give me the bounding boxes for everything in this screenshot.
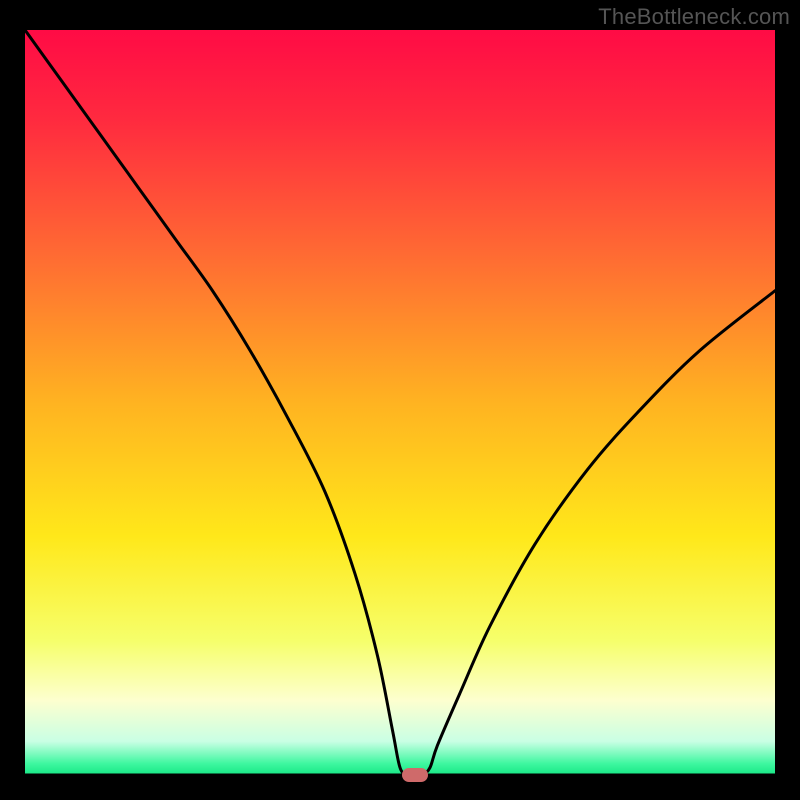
chart-frame: TheBottleneck.com: [0, 0, 800, 800]
chart-svg: [25, 30, 775, 775]
plot-area: [25, 30, 775, 775]
gradient-background: [25, 30, 775, 775]
watermark-text: TheBottleneck.com: [598, 4, 790, 30]
minimum-marker: [402, 768, 428, 782]
